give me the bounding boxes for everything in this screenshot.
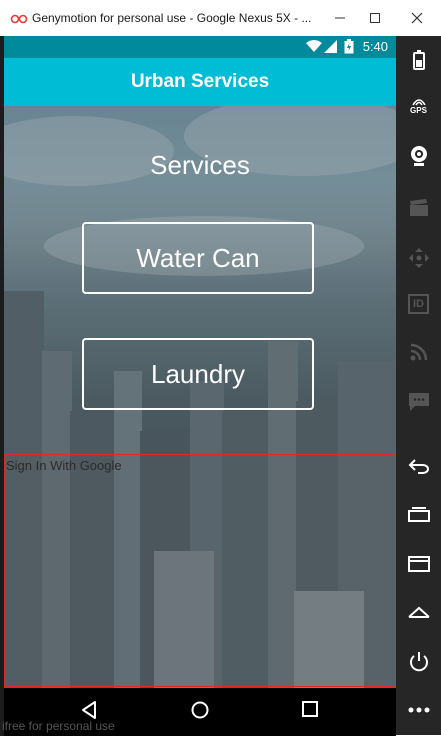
signal-icon <box>324 40 338 58</box>
rss-icon[interactable] <box>396 332 441 372</box>
status-time: 5:40 <box>362 39 388 54</box>
more-icon[interactable] <box>396 690 441 730</box>
main-content: Services Water Can Laundry Sign In With … <box>4 106 396 711</box>
minimize-button[interactable] <box>321 0 361 36</box>
status-bar: 5:40 <box>4 36 396 58</box>
window-title-bar: Genymotion for personal use - Google Nex… <box>0 0 441 37</box>
back-icon[interactable] <box>396 446 441 486</box>
power-icon[interactable] <box>396 642 441 682</box>
home-icon[interactable] <box>396 592 441 632</box>
genymotion-toolbar: GPS ID <box>396 36 441 735</box>
device-screen: 5:40 Urban Services Services Water Can L… <box>4 36 396 711</box>
maximize-button[interactable] <box>356 0 396 36</box>
dpad-icon[interactable] <box>396 238 441 278</box>
recent-apps-icon[interactable] <box>396 494 441 534</box>
id-icon[interactable]: ID <box>396 284 441 324</box>
google-signin-button[interactable]: Sign In With Google <box>4 454 396 687</box>
sms-icon[interactable] <box>396 382 441 422</box>
clapper-icon[interactable] <box>396 188 441 228</box>
home-icon[interactable] <box>190 700 210 725</box>
water-can-button[interactable]: Water Can <box>82 222 314 294</box>
gps-label: GPS <box>410 105 427 115</box>
close-button[interactable] <box>398 0 438 36</box>
genymotion-logo-icon <box>10 12 28 24</box>
footer-text: ifree for personal use <box>2 719 115 733</box>
id-label: ID <box>408 294 429 314</box>
google-signin-label: Sign In With Google <box>6 458 122 473</box>
window-title: Genymotion for personal use - Google Nex… <box>32 11 312 25</box>
battery-icon[interactable] <box>396 40 441 80</box>
recent-apps-icon[interactable] <box>301 700 319 723</box>
services-heading: Services <box>150 150 250 180</box>
menu-icon[interactable] <box>396 544 441 584</box>
app-bar: Urban Services <box>4 58 396 106</box>
laundry-button[interactable]: Laundry <box>82 338 314 410</box>
gps-icon[interactable]: GPS <box>396 86 441 126</box>
battery-icon <box>344 39 354 59</box>
app-title: Urban Services <box>130 71 270 92</box>
wifi-icon <box>306 40 322 58</box>
webcam-icon[interactable] <box>396 136 441 176</box>
